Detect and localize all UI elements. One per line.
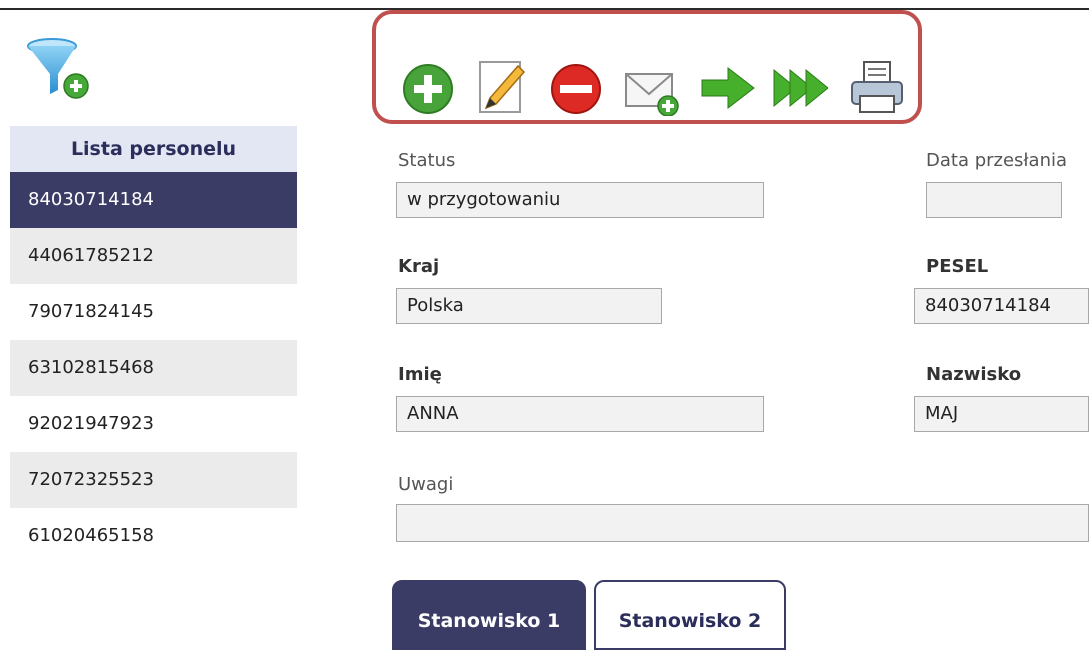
next-arrow-icon[interactable] — [700, 58, 756, 116]
edit-pencil-icon[interactable] — [474, 58, 530, 116]
list-item[interactable]: 84030714184 — [10, 172, 297, 228]
imie-label: Imię — [398, 364, 442, 385]
add-icon[interactable] — [400, 58, 456, 116]
tab-stanowisko-2[interactable]: Stanowisko 2 — [594, 580, 786, 650]
list-item[interactable]: 72072325523 — [10, 452, 297, 508]
uwagi-label: Uwagi — [398, 474, 454, 495]
status-field[interactable]: w przygotowaniu — [396, 182, 764, 218]
list-item[interactable]: 44061785212 — [10, 228, 297, 284]
send-mail-icon[interactable] — [624, 58, 680, 116]
list-item[interactable]: 79071824145 — [10, 284, 297, 340]
kraj-label: Kraj — [398, 256, 440, 277]
list-item[interactable]: 61020465158 — [10, 508, 297, 564]
personnel-list-title: Lista personelu — [10, 126, 297, 172]
pesel-field[interactable]: 84030714184 — [914, 288, 1089, 324]
imie-field[interactable]: ANNA — [396, 396, 764, 432]
tab-stanowisko-1[interactable]: Stanowisko 1 — [392, 580, 586, 650]
pesel-label: PESEL — [926, 256, 989, 277]
filter-add-icon[interactable] — [26, 36, 92, 102]
personnel-list: Lista personelu 84030714184 44061785212 … — [10, 126, 297, 564]
nazwisko-label: Nazwisko — [926, 364, 1022, 385]
delete-icon[interactable] — [548, 58, 604, 116]
uwagi-field[interactable] — [396, 504, 1089, 542]
kraj-field[interactable]: Polska — [396, 288, 662, 324]
print-icon[interactable] — [848, 58, 904, 116]
list-item[interactable]: 63102815468 — [10, 340, 297, 396]
data-przeslania-label: Data przesłania — [926, 150, 1068, 171]
data-przeslania-field[interactable] — [926, 182, 1062, 218]
nazwisko-field[interactable]: MAJ — [914, 396, 1089, 432]
list-item[interactable]: 92021947923 — [10, 396, 297, 452]
status-label: Status — [398, 150, 456, 171]
last-arrow-icon[interactable] — [772, 58, 828, 116]
